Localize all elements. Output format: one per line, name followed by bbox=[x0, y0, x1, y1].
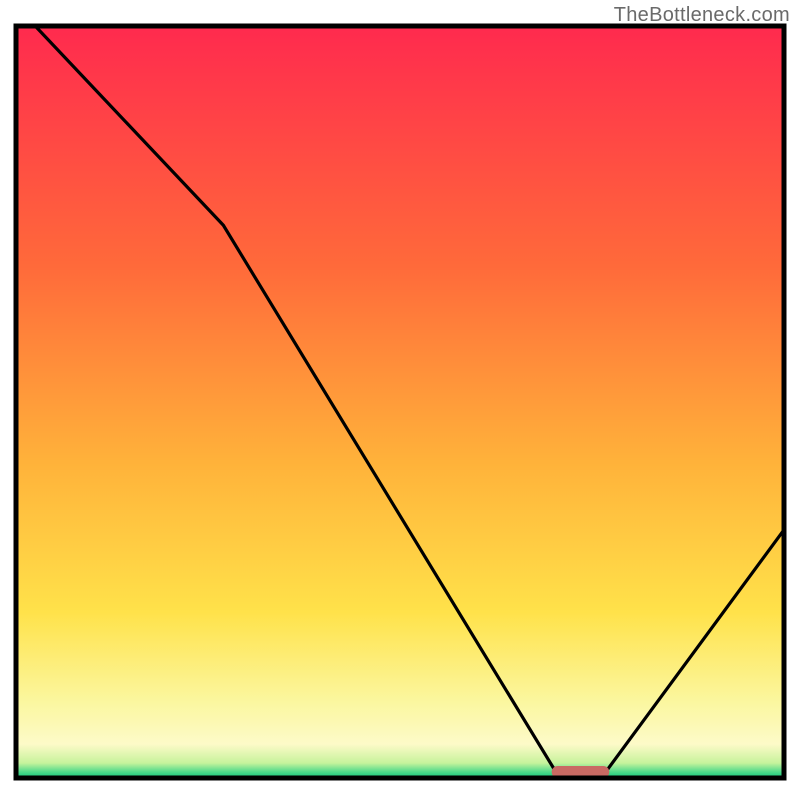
plot-background bbox=[16, 26, 784, 778]
chart-svg bbox=[0, 0, 800, 800]
chart-stage: TheBottleneck.com bbox=[0, 0, 800, 800]
